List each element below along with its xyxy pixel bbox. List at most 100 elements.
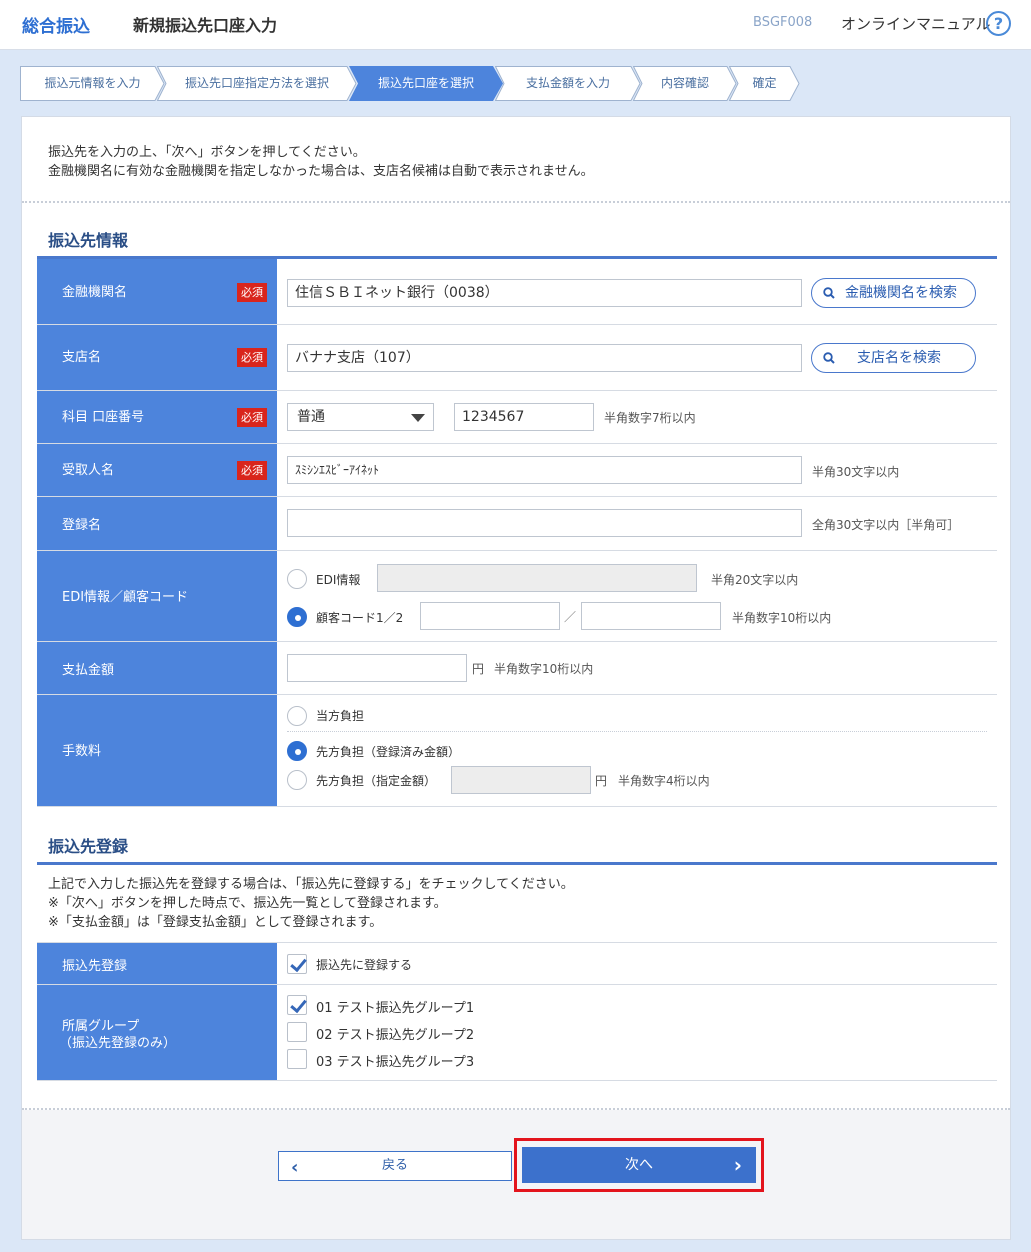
group-row: 所属グループ （振込先登録のみ） 01 テスト振込先グループ1 02 テスト振込… <box>37 985 997 1081</box>
recipient-label-cell: 受取人名 必須 <box>37 444 277 496</box>
account-number-hint: 半角数字7桁以内 <box>604 411 696 425</box>
account-label: 科目 口座番号 <box>62 410 145 425</box>
branch-search-button[interactable]: 支店名を検索 <box>811 343 976 373</box>
online-manual-link[interactable]: オンラインマニュアル <box>841 13 991 34</box>
step-indicator: 振込元情報を入力 振込先口座指定方法を選択 振込先口座を選択 支払金額を入力 内… <box>20 66 800 101</box>
account-number-input[interactable]: 1234567 <box>454 403 594 431</box>
bank-label-cell: 金融機関名 必須 <box>37 259 277 324</box>
reg-name-label: 登録名 <box>62 518 102 533</box>
bank-name-input[interactable]: 住信ＳＢＩネット銀行（0038） <box>287 279 802 307</box>
amount-label-cell: 支払金額 <box>37 642 277 694</box>
screen-id: BSGF008 <box>753 15 813 30</box>
group-2-checkbox[interactable] <box>287 1022 307 1042</box>
group-2-label: 02 テスト振込先グループ2 <box>316 1028 475 1043</box>
group-label-cell: 所属グループ （振込先登録のみ） <box>37 985 277 1080</box>
branch-row: 支店名 必須 バナナ支店（107） 支店名を検索 <box>37 325 997 391</box>
step-2-label: 振込先口座指定方法を選択 <box>184 76 329 90</box>
edi-info-label: EDI情報 <box>316 573 361 587</box>
branch-label: 支店名 <box>62 350 102 365</box>
register-row: 振込先登録 振込先に登録する <box>37 942 997 985</box>
recipient-label: 受取人名 <box>62 463 115 478</box>
register-section-title: 振込先登録 <box>48 837 129 856</box>
fee-payer-self-radio[interactable] <box>287 706 307 726</box>
bank-label: 金融機関名 <box>62 285 128 300</box>
fee-unit: 円 <box>595 774 608 788</box>
edi-info-input[interactable] <box>377 564 697 592</box>
required-badge: 必須 <box>237 348 267 367</box>
chevron-left-icon: ‹ <box>291 1157 299 1178</box>
account-type-value: 普通 <box>297 409 325 425</box>
edi-label-cell: EDI情報／顧客コード <box>37 551 277 641</box>
bank-row: 金融機関名 必須 住信ＳＢＩネット銀行（0038） 金融機関名を検索 <box>37 259 997 325</box>
customer-code-radio[interactable] <box>287 607 307 627</box>
branch-label-cell: 支店名 必須 <box>37 325 277 390</box>
fee-payee-specified-radio[interactable] <box>287 770 307 790</box>
bank-search-button[interactable]: 金融機関名を検索 <box>811 278 976 308</box>
intro-text: 振込先を入力の上、「次へ」ボタンを押してください。 金融機関名に有効な金融機関を… <box>48 143 594 181</box>
fee-label: 手数料 <box>62 744 102 759</box>
step-6: 確定 <box>729 66 800 101</box>
customer-code-1-input[interactable] <box>420 602 560 630</box>
reg-name-label-cell: 登録名 <box>37 497 277 550</box>
back-button[interactable]: ‹ 戻る <box>278 1151 512 1181</box>
edi-row: EDI情報／顧客コード EDI情報 半角20文字以内 顧客コード1／2 ／ 半角… <box>37 551 997 642</box>
account-row: 科目 口座番号 必須 普通 1234567 半角数字7桁以内 <box>37 391 997 444</box>
customer-code-hint: 半角数字10桁以内 <box>732 611 832 625</box>
search-icon <box>823 352 835 364</box>
register-checkbox[interactable] <box>287 954 307 974</box>
group-1-label: 01 テスト振込先グループ1 <box>316 1001 475 1016</box>
register-label-cell: 振込先登録 <box>37 943 277 984</box>
group-1-checkbox[interactable] <box>287 995 307 1015</box>
fee-row: 手数料 当方負担 先方負担（登録済み金額） 先方負担（指定金額） 円 半角数字4… <box>37 695 997 807</box>
fee-payee-registered-label: 先方負担（登録済み金額） <box>316 745 461 759</box>
edi-hint: 半角20文字以内 <box>711 573 799 587</box>
fee-label-cell: 手数料 <box>37 695 277 806</box>
fee-payee-registered-radio[interactable] <box>287 741 307 761</box>
step-3-label: 振込先口座を選択 <box>377 76 474 90</box>
edi-label: EDI情報／顧客コード <box>62 590 189 605</box>
search-icon <box>823 287 835 299</box>
step-4-label: 支払金額を入力 <box>525 76 610 90</box>
register-note-1: 上記で入力した振込先を登録する場合は、「振込先に登録する」をチェックしてください… <box>48 877 574 892</box>
recipient-row: 受取人名 必須 ｽﾐｼﾝｴｽﾋﾞｰｱｲﾈｯﾄ 半角30文字以内 <box>37 444 997 497</box>
step-5-label: 内容確認 <box>660 76 709 90</box>
required-badge: 必須 <box>237 408 267 427</box>
main-panel: 振込先を入力の上、「次へ」ボタンを押してください。 金融機関名に有効な金融機関を… <box>21 116 1011 1240</box>
back-button-label: 戻る <box>381 1158 408 1173</box>
reg-name-input[interactable] <box>287 509 802 537</box>
group-3-checkbox[interactable] <box>287 1049 307 1069</box>
step-2: 振込先口座指定方法を選択 <box>157 66 357 101</box>
app-title: 総合振込 <box>22 17 90 37</box>
reg-name-hint: 全角30文字以内［半角可］ <box>812 518 960 532</box>
reg-name-row: 登録名 全角30文字以内［半角可］ <box>37 497 997 551</box>
register-label: 振込先登録 <box>62 959 128 974</box>
branch-name-input[interactable]: バナナ支店（107） <box>287 344 802 372</box>
step-3: 振込先口座を選択 <box>349 66 503 101</box>
intro-line-1: 振込先を入力の上、「次へ」ボタンを押してください。 <box>48 145 366 160</box>
amount-input[interactable] <box>287 654 467 682</box>
register-note-2: ※「次へ」ボタンを押した時点で、振込先一覧として登録されます。 <box>48 896 447 911</box>
recipient-name-input[interactable]: ｽﾐｼﾝｴｽﾋﾞｰｱｲﾈｯﾄ <box>287 456 802 484</box>
customer-code-2-input[interactable] <box>581 602 721 630</box>
fee-divider <box>287 731 987 732</box>
step-1-label: 振込元情報を入力 <box>44 76 141 90</box>
branch-search-label: 支店名を検索 <box>857 350 941 366</box>
fee-hint: 半角数字4桁以内 <box>618 774 710 788</box>
next-button[interactable]: 次へ › <box>522 1147 756 1183</box>
chevron-right-icon: › <box>733 1153 742 1177</box>
customer-code-label: 顧客コード1／2 <box>316 611 404 625</box>
step-5: 内容確認 <box>633 66 737 101</box>
page-title: 新規振込先口座入力 <box>133 16 278 35</box>
fee-amount-input[interactable] <box>451 766 591 794</box>
recipient-hint: 半角30文字以内 <box>812 465 900 479</box>
account-type-select[interactable]: 普通 <box>287 403 434 431</box>
code-separator: ／ <box>564 610 577 624</box>
payee-section-title: 振込先情報 <box>48 231 129 250</box>
fee-payee-specified-label: 先方負担（指定金額） <box>316 774 437 788</box>
required-badge: 必須 <box>237 461 267 480</box>
amount-hint: 半角数字10桁以内 <box>494 662 594 676</box>
group-3-label: 03 テスト振込先グループ3 <box>316 1055 475 1070</box>
register-option-label: 振込先に登録する <box>316 958 413 972</box>
help-icon[interactable]: ? <box>986 11 1011 36</box>
edi-info-radio[interactable] <box>287 569 307 589</box>
